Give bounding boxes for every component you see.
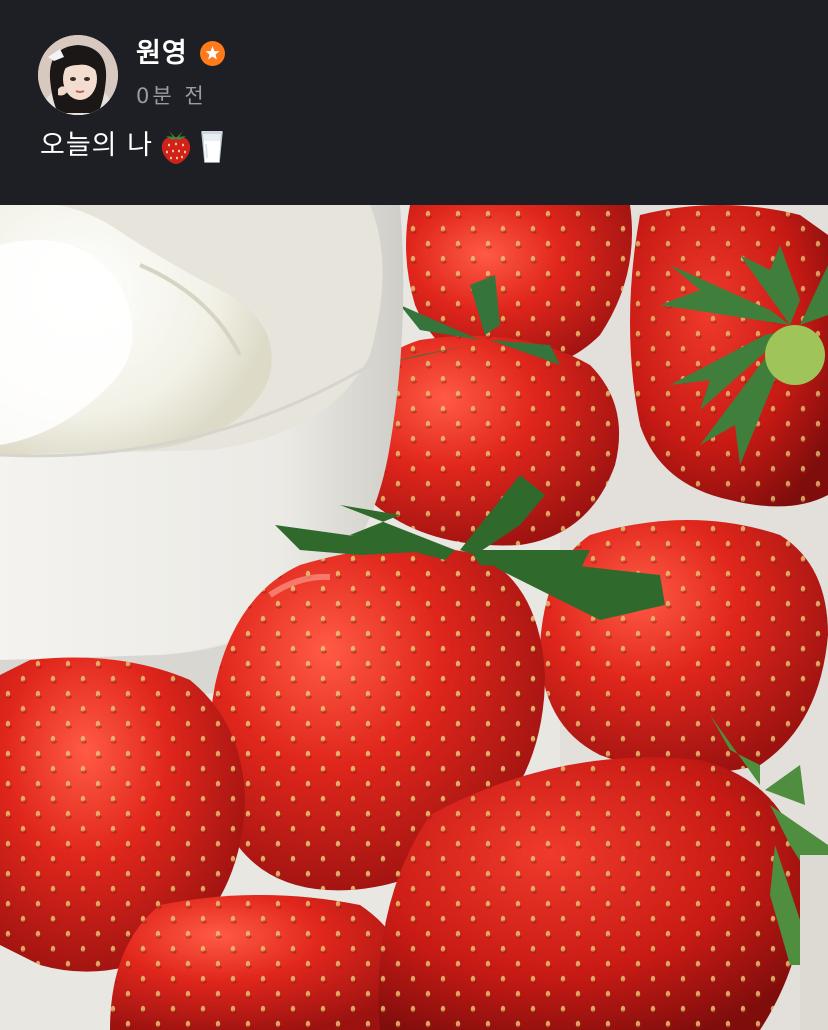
strawberry-emoji-icon <box>159 127 193 165</box>
avatar[interactable] <box>38 35 118 115</box>
author-name[interactable]: 원영 <box>136 36 188 72</box>
strawberries-photo-icon <box>0 205 828 1030</box>
milk-glass-emoji-icon <box>195 127 229 165</box>
post-photo[interactable] <box>0 205 828 1030</box>
caption-text: 오늘의 나 <box>40 130 153 161</box>
verified-star-badge-icon <box>200 41 225 66</box>
avatar-photo-icon <box>38 35 118 115</box>
post-caption: 오늘의 나 <box>40 126 229 166</box>
post-timestamp: 0분 전 <box>136 84 207 108</box>
post-card: 원영 0분 전 오늘의 나 <box>0 0 828 1030</box>
post-header: 원영 0분 전 오늘의 나 <box>0 0 828 205</box>
